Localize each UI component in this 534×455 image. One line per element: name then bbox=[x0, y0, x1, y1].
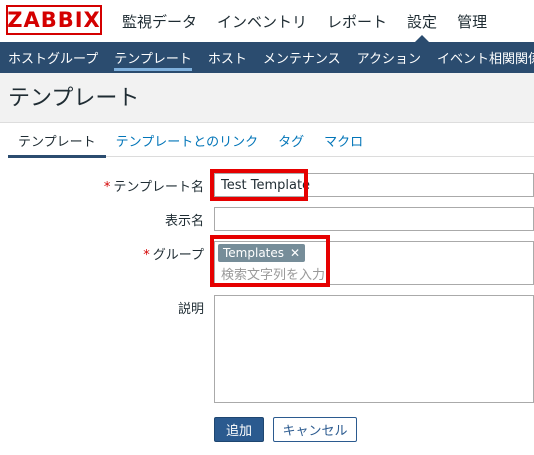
groups-label: * グループ bbox=[143, 248, 204, 263]
visible-name-input[interactable] bbox=[214, 207, 534, 231]
tab-template[interactable]: テンプレート bbox=[8, 123, 106, 158]
subnav-actions[interactable]: アクション bbox=[349, 42, 429, 73]
top-navigation: ZABBIX 監視データ インベントリ レポート 設定 管理 bbox=[0, 0, 534, 42]
add-button[interactable]: 追加 bbox=[214, 417, 264, 442]
sub-navigation: ホストグループ テンプレート ホスト メンテナンス アクション イベント相関関係 bbox=[0, 42, 534, 73]
zabbix-logo[interactable]: ZABBIX bbox=[6, 5, 102, 35]
description-label: 説明 bbox=[177, 302, 204, 317]
annotation-highlight-name bbox=[210, 169, 308, 201]
menu-configuration[interactable]: 設定 bbox=[397, 0, 447, 42]
menu-administration[interactable]: 管理 bbox=[447, 0, 497, 42]
tab-tags[interactable]: タグ bbox=[268, 123, 314, 157]
menu-inventory[interactable]: インベントリ bbox=[207, 0, 317, 42]
required-marker: * bbox=[103, 180, 111, 195]
annotation-highlight-groups bbox=[210, 235, 330, 287]
subnav-templates[interactable]: テンプレート bbox=[106, 42, 200, 73]
tab-linked-templates[interactable]: テンプレートとのリンク bbox=[106, 123, 268, 157]
page-title: テンプレート bbox=[8, 86, 140, 111]
menu-reports[interactable]: レポート bbox=[317, 0, 397, 42]
cancel-button[interactable]: キャンセル bbox=[273, 417, 357, 442]
tab-macros[interactable]: マクロ bbox=[314, 123, 373, 157]
form-card: テンプレート テンプレートとのリンク タグ マクロ * テンプレート名 Test … bbox=[0, 122, 534, 455]
menu-monitoring[interactable]: 監視データ bbox=[112, 0, 207, 42]
main-menu: 監視データ インベントリ レポート 設定 管理 bbox=[112, 0, 497, 42]
description-textarea[interactable] bbox=[214, 295, 534, 403]
subnav-hosts[interactable]: ホスト bbox=[200, 42, 255, 73]
visible-name-label: 表示名 bbox=[164, 214, 204, 229]
subnav-maintenance[interactable]: メンテナンス bbox=[255, 42, 349, 73]
subnav-host-groups[interactable]: ホストグループ bbox=[0, 42, 106, 73]
template-name-label: * テンプレート名 bbox=[103, 180, 204, 195]
subnav-event-correlation[interactable]: イベント相関関係 bbox=[429, 42, 534, 73]
required-marker: * bbox=[143, 248, 150, 263]
form-tabs: テンプレート テンプレートとのリンク タグ マクロ bbox=[8, 123, 534, 158]
